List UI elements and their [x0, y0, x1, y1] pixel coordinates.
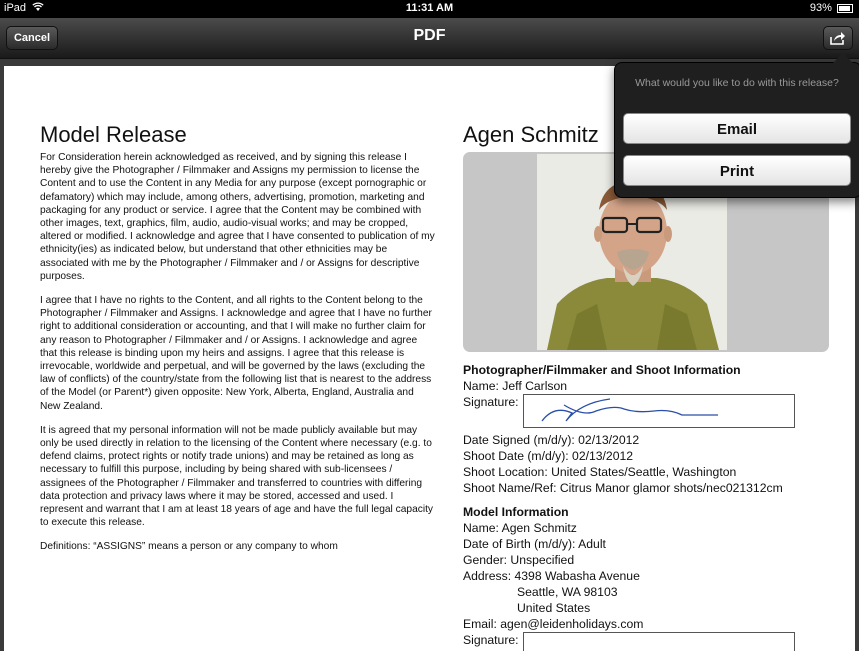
shoot-name: Shoot Name/Ref: Citrus Manor glamor shot…	[463, 481, 783, 495]
release-paragraph: Definitions: “ASSIGNS” means a person or…	[40, 541, 338, 553]
model-gender: Gender: Unspecified	[463, 553, 575, 567]
model-section-heading: Model Information	[463, 505, 569, 519]
document-title: Model Release	[40, 122, 187, 147]
photographer-name: Name: Jeff Carlson	[463, 379, 568, 393]
photographer-signature-box	[522, 394, 795, 428]
shoot-location: Shoot Location: United States/Seattle, W…	[463, 465, 737, 479]
battery-icon	[837, 3, 853, 13]
model-email: Email: agen@leidenholidays.com	[463, 617, 644, 631]
date-signed: Date Signed (m/d/y): 02/13/2012	[463, 433, 640, 447]
model-address-line2: Seattle, WA 98103	[517, 585, 618, 599]
status-right: 93%	[810, 2, 853, 14]
print-button[interactable]: Print	[623, 155, 851, 186]
shoot-info: Photographer/Filmmaker and Shoot Informa…	[463, 362, 833, 651]
popover-message: What would you like to do with this rele…	[635, 77, 839, 89]
share-popover: What would you like to do with this rele…	[614, 53, 859, 198]
shoot-date: Shoot Date (m/d/y): 02/13/2012	[463, 449, 634, 463]
status-bar: iPad 11:31 AM 93%	[0, 0, 859, 18]
model-signature-row: Signature:	[463, 632, 833, 651]
share-button[interactable]	[823, 26, 853, 50]
model-address-line1: Address: 4398 Wabasha Avenue	[463, 569, 640, 583]
signature-scribble	[541, 398, 718, 422]
status-time: 11:31 AM	[405, 2, 454, 14]
release-paragraph: It is agreed that my personal informatio…	[40, 424, 434, 529]
release-text-column: Model Release For Consideration herein a…	[40, 122, 436, 565]
model-signature-box	[522, 632, 795, 651]
navigation-bar: Cancel PDF	[0, 18, 859, 59]
page-title: PDF	[413, 27, 446, 44]
photographer-signature-row: Signature:	[463, 394, 833, 432]
model-dob: Date of Birth (m/d/y): Adult	[463, 537, 606, 551]
signature-label: Signature:	[463, 395, 519, 409]
model-address-line3: United States	[517, 601, 591, 615]
email-button[interactable]: Email	[623, 113, 851, 144]
release-paragraph: I agree that I have no rights to the Con…	[40, 295, 432, 412]
release-paragraph: For Consideration herein acknowledged as…	[40, 152, 435, 282]
share-icon	[830, 32, 845, 45]
signature-label: Signature:	[463, 633, 519, 647]
model-name: Name: Agen Schmitz	[463, 521, 577, 535]
battery-percent: 93%	[809, 2, 832, 14]
photographer-section-heading: Photographer/Filmmaker and Shoot Informa…	[463, 363, 741, 377]
